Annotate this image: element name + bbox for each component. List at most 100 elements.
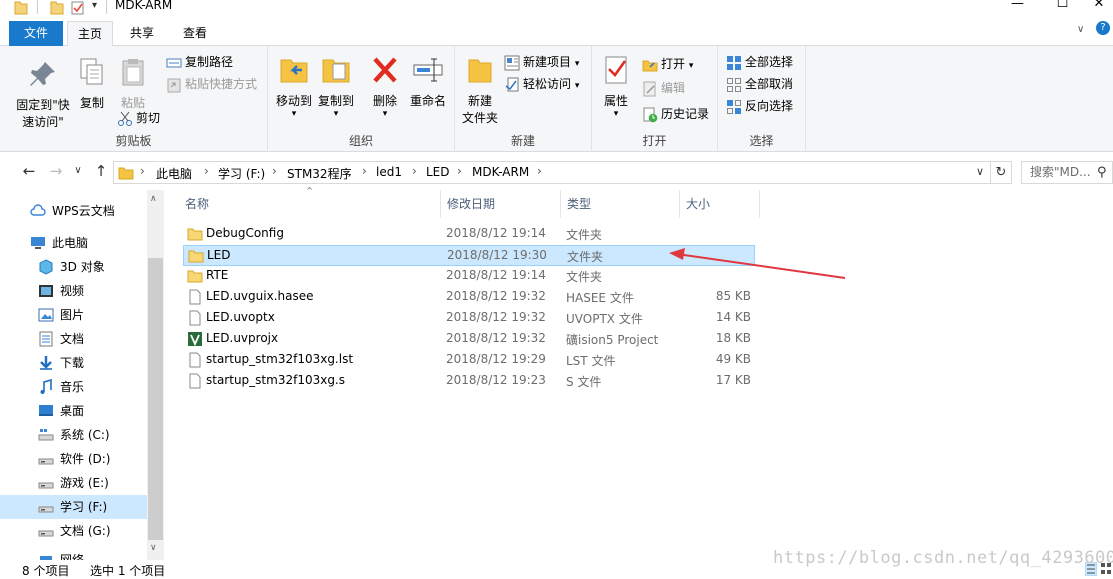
breadcrumb-separator-icon[interactable]: ›	[204, 164, 209, 178]
drive-icon	[38, 458, 54, 465]
paste-shortcut-button[interactable]: 粘贴快捷方式	[166, 74, 257, 94]
sidebar-item-wps[interactable]: WPS云文档	[0, 199, 147, 223]
address-dropdown-icon[interactable]: ∨	[976, 165, 984, 178]
folder-icon[interactable]	[50, 0, 64, 16]
rename-button[interactable]: 重命名	[408, 54, 448, 110]
breadcrumb-led[interactable]: LED	[426, 165, 450, 179]
sidebar-item-[interactable]: 桌面	[0, 399, 147, 423]
tab-view[interactable]: 查看	[173, 21, 217, 46]
file-size: 17 KB	[715, 373, 751, 387]
maximize-button[interactable]: ☐	[1040, 0, 1085, 16]
move-to-icon	[280, 59, 308, 83]
breadcrumb-separator-icon[interactable]: ›	[537, 164, 542, 178]
file-row[interactable]: LED.uvoptx 2018/8/12 19:32 UVOPTX 文件 14 KB	[183, 308, 755, 329]
breadcrumb-separator-icon[interactable]: ›	[362, 164, 367, 178]
breadcrumb-this-pc[interactable]: 此电脑	[156, 165, 192, 182]
refresh-icon[interactable]: ↻	[991, 161, 1012, 184]
edit-button[interactable]: 编辑	[642, 78, 685, 98]
sidebar-item-f[interactable]: 学习 (F:)	[0, 495, 147, 519]
help-icon[interactable]: ?	[1096, 21, 1110, 35]
sidebar-item-[interactable]: 此电脑	[0, 231, 147, 255]
clipboard-group-label: 剪贴板	[115, 134, 152, 148]
sidebar-item-3d[interactable]: 3D 对象	[0, 255, 147, 279]
column-header-name[interactable]: 名称	[179, 190, 441, 218]
search-icon[interactable]: ⚲	[1097, 165, 1107, 180]
open-button[interactable]: 打开 ▾	[642, 54, 693, 74]
select-all-button[interactable]: 全部选择	[726, 52, 793, 72]
drive-icon	[38, 506, 54, 513]
recent-locations-chevron-icon[interactable]: ∨	[67, 165, 89, 185]
file-row[interactable]: startup_stm32f103xg.s 2018/8/12 19:23 S 文件…	[183, 371, 755, 392]
select-none-button[interactable]: 全部取消	[726, 74, 793, 94]
column-header-date[interactable]: 修改日期	[441, 190, 561, 218]
properties-check-icon[interactable]	[71, 0, 85, 16]
scrollbar-thumb[interactable]	[148, 258, 163, 540]
move-to-button[interactable]: 移动到 ▾	[274, 54, 314, 119]
file-row[interactable]: startup_stm32f103xg.lst 2018/8/12 19:29 LS…	[183, 350, 755, 371]
file-row[interactable]: LED.uvguix.hasee 2018/8/12 19:32 HASEE 文件 8…	[183, 287, 755, 308]
dropdown-arrow-icon: ▾	[382, 109, 388, 119]
file-row[interactable]: LED.uvprojx 2018/8/12 19:32 礦ision5 Projec…	[183, 329, 755, 350]
dropdown-arrow-icon: ▾	[613, 109, 619, 119]
sidebar-item-label: 桌面	[60, 404, 85, 418]
address-bar[interactable]: › 此电脑 › 学习 (F:) › STM32程序 › led1 › LED ›…	[113, 161, 991, 184]
file-type: 文件夹	[567, 250, 604, 264]
video-icon	[39, 285, 53, 297]
window-title: MDK-ARM	[115, 0, 173, 12]
column-header-size[interactable]: 大小	[680, 190, 760, 218]
breadcrumb-mdk-arm[interactable]: MDK-ARM	[472, 165, 529, 179]
file-icon	[189, 352, 201, 368]
ribbon-collapse-icon[interactable]: ∨	[1077, 24, 1084, 35]
sidebar-item-[interactable]: 视频	[0, 279, 147, 303]
sidebar-item-[interactable]: 图片	[0, 303, 147, 327]
breadcrumb-drive-f[interactable]: 学习 (F:)	[218, 165, 265, 182]
sidebar-item-[interactable]: 文档	[0, 327, 147, 351]
sidebar-item-[interactable]: 音乐	[0, 375, 147, 399]
watermark: https://blog.csdn.net/qq_42936002	[773, 548, 1113, 568]
sidebar-item-g[interactable]: 文档 (G:)	[0, 519, 147, 543]
tab-home[interactable]: 主页	[67, 21, 114, 47]
select-none-icon	[727, 77, 741, 92]
copy-path-icon	[166, 58, 182, 67]
minimize-button[interactable]: —	[995, 0, 1040, 16]
copy-path-button[interactable]: 复制路径	[166, 52, 233, 72]
breadcrumb-led1[interactable]: led1	[376, 165, 402, 179]
paste-button[interactable]: 粘贴	[116, 56, 150, 112]
sidebar-item-d[interactable]: 软件 (D:)	[0, 447, 147, 471]
new-item-button[interactable]: 新建项目 ▾	[504, 52, 579, 72]
breadcrumb-separator-icon[interactable]: ›	[457, 164, 462, 178]
sidebar-item-[interactable]: 下载	[0, 351, 147, 375]
pin-quick-access-button[interactable]: 固定到"快 速访问"	[10, 58, 76, 131]
file-name: DebugConfig	[206, 226, 284, 240]
breadcrumb-separator-icon[interactable]: ›	[272, 164, 277, 178]
delete-button[interactable]: 删除 ▾	[368, 54, 402, 119]
forward-arrow-icon[interactable]: →	[45, 162, 67, 182]
move-to-label: 移动到	[275, 94, 312, 108]
delete-label: 删除	[372, 94, 397, 108]
copy-button[interactable]: 复制	[75, 56, 109, 112]
file-name: startup_stm32f103xg.lst	[206, 352, 354, 366]
history-icon	[643, 107, 658, 122]
cut-button[interactable]: 剪切	[117, 108, 160, 128]
close-button[interactable]: ✕	[1085, 0, 1113, 16]
navigation-scrollbar[interactable]: ∧ ∨	[147, 190, 164, 560]
new-folder-button[interactable]: 新建 文件夹	[459, 54, 501, 127]
breadcrumb-separator-icon[interactable]: ›	[412, 164, 417, 178]
breadcrumb-stm32[interactable]: STM32程序	[287, 165, 352, 182]
history-button[interactable]: 历史记录	[642, 104, 709, 124]
up-arrow-icon[interactable]: ↑	[90, 162, 112, 182]
copy-to-button[interactable]: 复制到 ▾	[316, 54, 356, 119]
scroll-down-icon[interactable]: ∨	[150, 543, 157, 553]
quick-access-dropdown-icon[interactable]: ▾	[92, 0, 97, 11]
sidebar-item-c[interactable]: 系统 (C:)	[0, 423, 147, 447]
sidebar-item-e[interactable]: 游戏 (E:)	[0, 471, 147, 495]
column-header-type[interactable]: 类型	[561, 190, 680, 218]
tab-share[interactable]: 共享	[120, 21, 164, 46]
invert-selection-button[interactable]: 反向选择	[726, 96, 793, 116]
tab-file[interactable]: 文件	[9, 21, 63, 46]
back-arrow-icon[interactable]: ←	[18, 162, 40, 182]
file-date: 2018/8/12 19:14	[446, 226, 546, 240]
properties-button[interactable]: 属性 ▾	[598, 54, 634, 119]
scroll-up-icon[interactable]: ∧	[150, 194, 157, 204]
easy-access-button[interactable]: 轻松访问 ▾	[504, 74, 579, 94]
